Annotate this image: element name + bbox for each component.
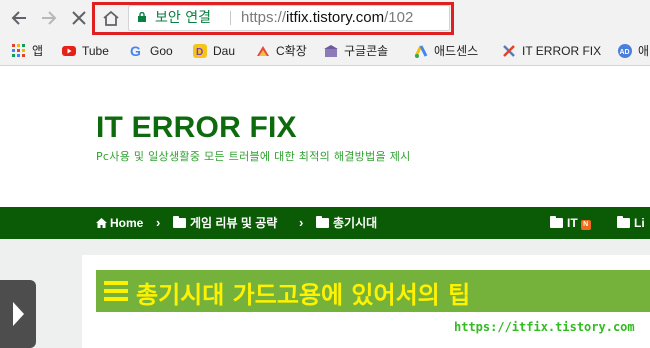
watermark-url: https://itfix.tistory.com (454, 320, 635, 334)
browser-toolbar: 보안 연결 https://itfix.tistory.com/102 (0, 0, 650, 36)
bookmark-ad[interactable]: AD 애 (618, 43, 649, 59)
nav-crumb-gun-age[interactable]: 총기시대 (316, 215, 377, 231)
category-nav: Home › 게임 리뷰 및 공략 › 총기시대 IT N Li (0, 207, 650, 239)
nav-home-label: Home (110, 216, 144, 230)
tools-icon (503, 45, 515, 57)
bookmark-label: Tube (82, 44, 109, 58)
nav-category-label: Li (634, 216, 645, 230)
forward-arrow-icon[interactable] (38, 7, 60, 29)
folder-icon (617, 216, 630, 228)
bookmark-label: Goo (150, 44, 173, 58)
bookmark-adsense[interactable]: 애드센스 (414, 43, 478, 59)
bookmarks-bar: 앱 Tube G Goo D Dau C확장 구글콘솔 애드센스 IT ERROR … (0, 36, 650, 66)
nav-category-label: IT (567, 216, 578, 230)
bookmark-label: Dau (213, 44, 236, 58)
bookmark-label: 구글콘솔 (344, 44, 389, 58)
post-title-bar: 총기시대 가드고용에 있어서의 팁 (96, 270, 650, 312)
nav-category-life[interactable]: Li (617, 215, 645, 231)
console-icon (324, 45, 338, 57)
chevron-right-icon: › (156, 215, 161, 230)
bookmark-apps[interactable]: 앱 (12, 43, 43, 59)
menu-icon (104, 281, 128, 301)
nav-crumb-label: 총기시대 (333, 216, 378, 230)
nav-crumb-game-review[interactable]: 게임 리뷰 및 공략 (173, 215, 277, 231)
svg-text:D: D (196, 47, 203, 58)
svg-text:G: G (130, 44, 141, 58)
folder-icon (173, 216, 186, 228)
new-badge: N (580, 220, 591, 230)
bookmark-label: 애드센스 (434, 44, 479, 58)
bookmark-label: IT ERROR FIX (522, 44, 602, 58)
chevron-right-icon: › (299, 215, 304, 230)
youtube-icon (62, 46, 76, 56)
adsense-icon (414, 45, 428, 58)
bookmark-daum[interactable]: D Dau (193, 43, 235, 59)
bookmark-it-error-fix[interactable]: IT ERROR FIX (502, 43, 601, 59)
back-arrow-icon[interactable] (8, 7, 30, 29)
site-subtitle: Pc사용 및 일상생활중 모든 트러블에 대한 최적의 해결방법을 제시 (96, 150, 411, 163)
page-content: IT ERROR FIX Pc사용 및 일상생활중 모든 트러블에 대한 최적의… (0, 67, 650, 348)
bookmark-console[interactable]: 구글콘솔 (324, 43, 388, 59)
folder-icon (550, 216, 563, 228)
ad-icon: AD (618, 44, 632, 58)
apps-grid-icon (12, 44, 25, 57)
bookmark-label: 앱 (32, 44, 44, 58)
google-icon: G (130, 44, 141, 58)
bookmark-label: C확장 (276, 44, 307, 58)
post-title: 총기시대 가드고용에 있어서의 팁 (136, 281, 471, 309)
site-title[interactable]: IT ERROR FIX (96, 111, 297, 145)
close-icon[interactable] (68, 7, 90, 29)
bookmark-label: 애 (638, 44, 650, 58)
nav-home[interactable]: Home (96, 215, 143, 231)
svg-text:AD: AD (620, 49, 630, 56)
nav-crumb-label: 게임 리뷰 및 공략 (190, 216, 278, 230)
home-icon (96, 218, 107, 228)
nav-category-it[interactable]: IT N (550, 215, 591, 231)
bookmark-youtube[interactable]: Tube (62, 43, 109, 59)
bookmark-chrome-ext[interactable]: C확장 (256, 43, 307, 59)
folder-icon (316, 216, 329, 228)
sidebar-toggle-button[interactable] (0, 280, 36, 348)
extension-icon (257, 46, 269, 56)
daum-icon: D (193, 44, 207, 58)
bookmark-google[interactable]: G Goo (130, 43, 173, 59)
highlight-box (92, 2, 454, 35)
